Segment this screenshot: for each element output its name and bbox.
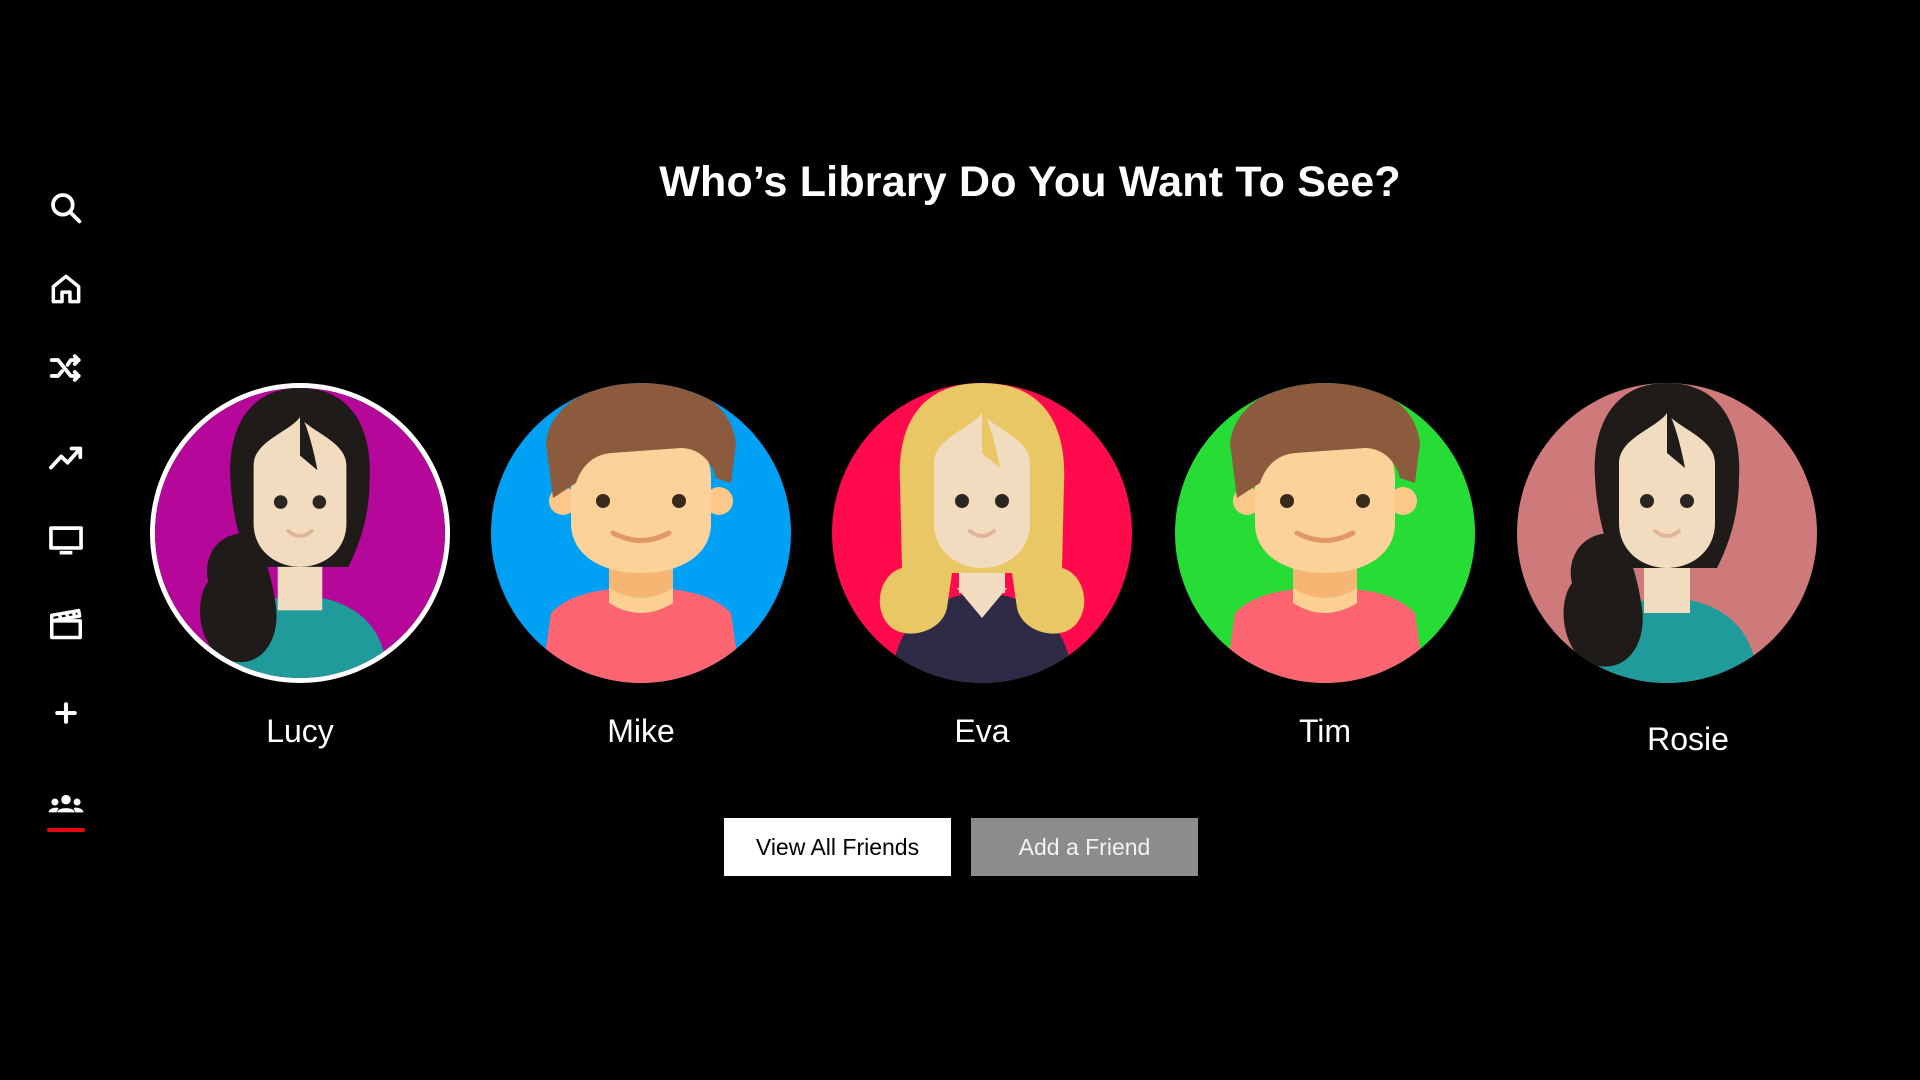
- sidebar-item-shuffle[interactable]: [36, 338, 96, 398]
- profile-lucy[interactable]: Lucy: [150, 383, 450, 750]
- profile-rosie[interactable]: Rosie: [1517, 383, 1817, 758]
- profile-name: Eva: [954, 713, 1010, 749]
- avatar: [832, 383, 1132, 683]
- sidebar-item-add[interactable]: [36, 683, 96, 743]
- avatar: [1517, 383, 1817, 683]
- friends-icon: [48, 794, 84, 813]
- profile-name: Mike: [607, 713, 675, 749]
- avatar: [1175, 383, 1475, 683]
- woman-dark-hair-avatar-icon: [1517, 383, 1817, 683]
- shuffle-icon: [49, 354, 81, 382]
- woman-blonde-hair-avatar-icon: [832, 383, 1132, 683]
- avatar: [491, 383, 791, 683]
- page-title: Who’s Library Do You Want To See?: [659, 158, 1401, 206]
- sidebar-item-tv[interactable]: [36, 510, 96, 570]
- home-icon: [51, 274, 81, 304]
- profile-eva[interactable]: Eva: [832, 383, 1132, 750]
- man-brown-hair-avatar-icon: [491, 383, 791, 683]
- profile-name: Rosie: [1647, 721, 1729, 757]
- movie-clapper-icon: [50, 608, 82, 640]
- man-brown-hair-avatar-icon: [1175, 383, 1475, 683]
- view-all-friends-button[interactable]: View All Friends: [724, 818, 951, 876]
- avatar: [150, 383, 450, 683]
- search-icon: [51, 193, 82, 224]
- plus-icon: [55, 702, 77, 724]
- profile-tim[interactable]: Tim: [1175, 383, 1475, 750]
- woman-dark-hair-avatar-icon: [155, 388, 445, 678]
- profile-name: Lucy: [266, 713, 334, 749]
- profile-mike[interactable]: Mike: [491, 383, 791, 750]
- profile-select-screen: Who’s Library Do You Want To See? Lucy M…: [0, 0, 1920, 1080]
- sidebar-item-trending[interactable]: [36, 428, 96, 488]
- trending-icon: [49, 446, 83, 470]
- profile-name: Tim: [1298, 713, 1352, 749]
- sidebar-nav: [0, 0, 140, 1080]
- sidebar-item-search[interactable]: [36, 178, 96, 238]
- sidebar-item-home[interactable]: [36, 259, 96, 319]
- add-friend-button[interactable]: Add a Friend: [971, 818, 1198, 876]
- sidebar-item-friends[interactable]: [36, 776, 96, 836]
- tv-icon: [49, 526, 83, 555]
- sidebar-item-movies[interactable]: [36, 594, 96, 654]
